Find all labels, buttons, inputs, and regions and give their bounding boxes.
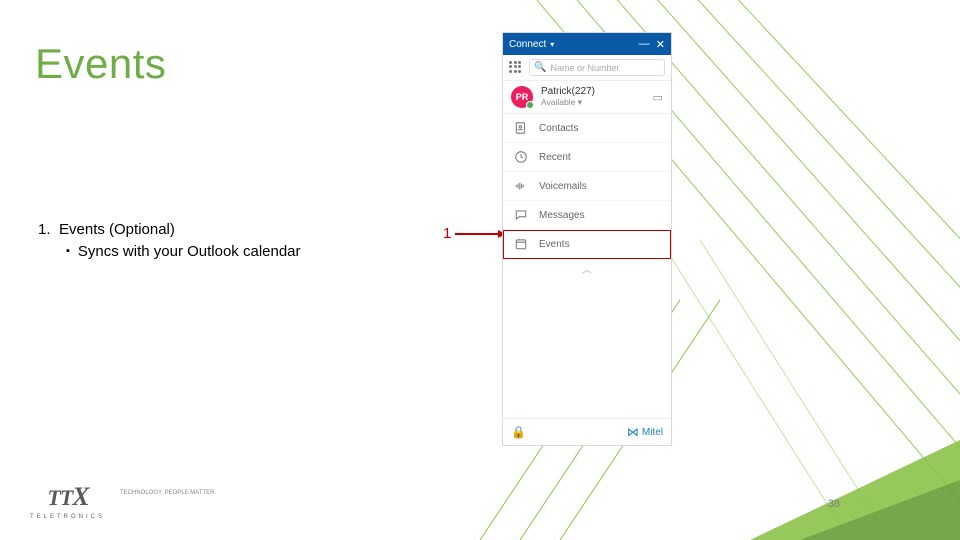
panel-title: Connect <box>509 39 546 50</box>
lock-icon[interactable]: 🔒 <box>511 425 526 439</box>
callout-1: 1 <box>443 225 505 242</box>
mitel-logo-icon: ⋈ <box>627 425 639 439</box>
nav-label: Contacts <box>539 123 578 134</box>
list-subtext: Syncs with your Outlook calendar <box>78 242 301 262</box>
profile-name: Patrick(227) <box>541 86 595 97</box>
bullet-icon: ▪ <box>66 242 70 262</box>
nav-item-messages[interactable]: Messages <box>503 201 671 230</box>
nav-item-contacts[interactable]: Contacts <box>503 114 671 143</box>
panel-titlebar[interactable]: Connect ▾ — ✕ <box>503 33 671 55</box>
vendor-tagline: TECHNOLOGY. PEOPLE MATTER. <box>120 490 216 496</box>
avatar-initials: PR <box>516 92 529 102</box>
vendor-logo: TTX TELETRONICS TECHNOLOGY. PEOPLE MATTE… <box>30 482 105 520</box>
nav-list: Contacts Recent Voicemails Messages <box>503 114 671 278</box>
ttx-mark: TTX <box>47 482 87 512</box>
search-input[interactable]: 🔍 Name or Number <box>529 59 665 76</box>
callout-number: 1 <box>443 225 451 242</box>
list-number: 1. <box>38 220 53 240</box>
brand-label: Mitel <box>642 427 663 438</box>
voicemail-icon <box>513 178 529 194</box>
status-available-icon <box>526 101 534 109</box>
search-icon: 🔍 <box>534 62 546 73</box>
connect-app-panel: Connect ▾ — ✕ 🔍 Name or Number PR <box>502 32 672 446</box>
chevron-up-icon[interactable]: ︿ <box>503 259 671 278</box>
vendor-name: TELETRONICS <box>30 514 105 520</box>
minimize-icon[interactable]: — <box>639 38 650 50</box>
panel-footer: 🔒 ⋈ Mitel <box>503 418 671 445</box>
clock-icon <box>513 149 529 165</box>
nav-item-voicemails[interactable]: Voicemails <box>503 172 671 201</box>
avatar: PR <box>511 86 533 108</box>
body-content: 1. Events (Optional) ▪ Syncs with your O… <box>38 220 301 263</box>
page-number: 38 <box>828 498 840 510</box>
contacts-icon <box>513 120 529 136</box>
arrow-icon <box>455 233 505 235</box>
list-heading: Events (Optional) <box>59 220 175 240</box>
nav-label: Recent <box>539 152 571 163</box>
messages-icon <box>513 207 529 223</box>
brand-mitel: ⋈ Mitel <box>627 425 663 439</box>
voicemail-badge-icon: ▭ <box>653 91 663 104</box>
page-title: Events <box>35 40 166 88</box>
dialpad-icon[interactable] <box>509 61 523 75</box>
nav-label: Voicemails <box>539 181 587 192</box>
nav-item-events[interactable]: Events <box>503 230 671 259</box>
chevron-down-icon: ▾ <box>550 40 554 49</box>
search-placeholder: Name or Number <box>550 63 619 73</box>
profile-row[interactable]: PR Patrick(227) Available ▾ ▭ <box>503 81 671 114</box>
profile-status[interactable]: Available ▾ <box>541 97 595 108</box>
close-icon[interactable]: ✕ <box>656 38 665 51</box>
calendar-icon <box>513 236 529 252</box>
nav-label: Events <box>539 239 570 250</box>
nav-item-recent[interactable]: Recent <box>503 143 671 172</box>
nav-label: Messages <box>539 210 585 221</box>
